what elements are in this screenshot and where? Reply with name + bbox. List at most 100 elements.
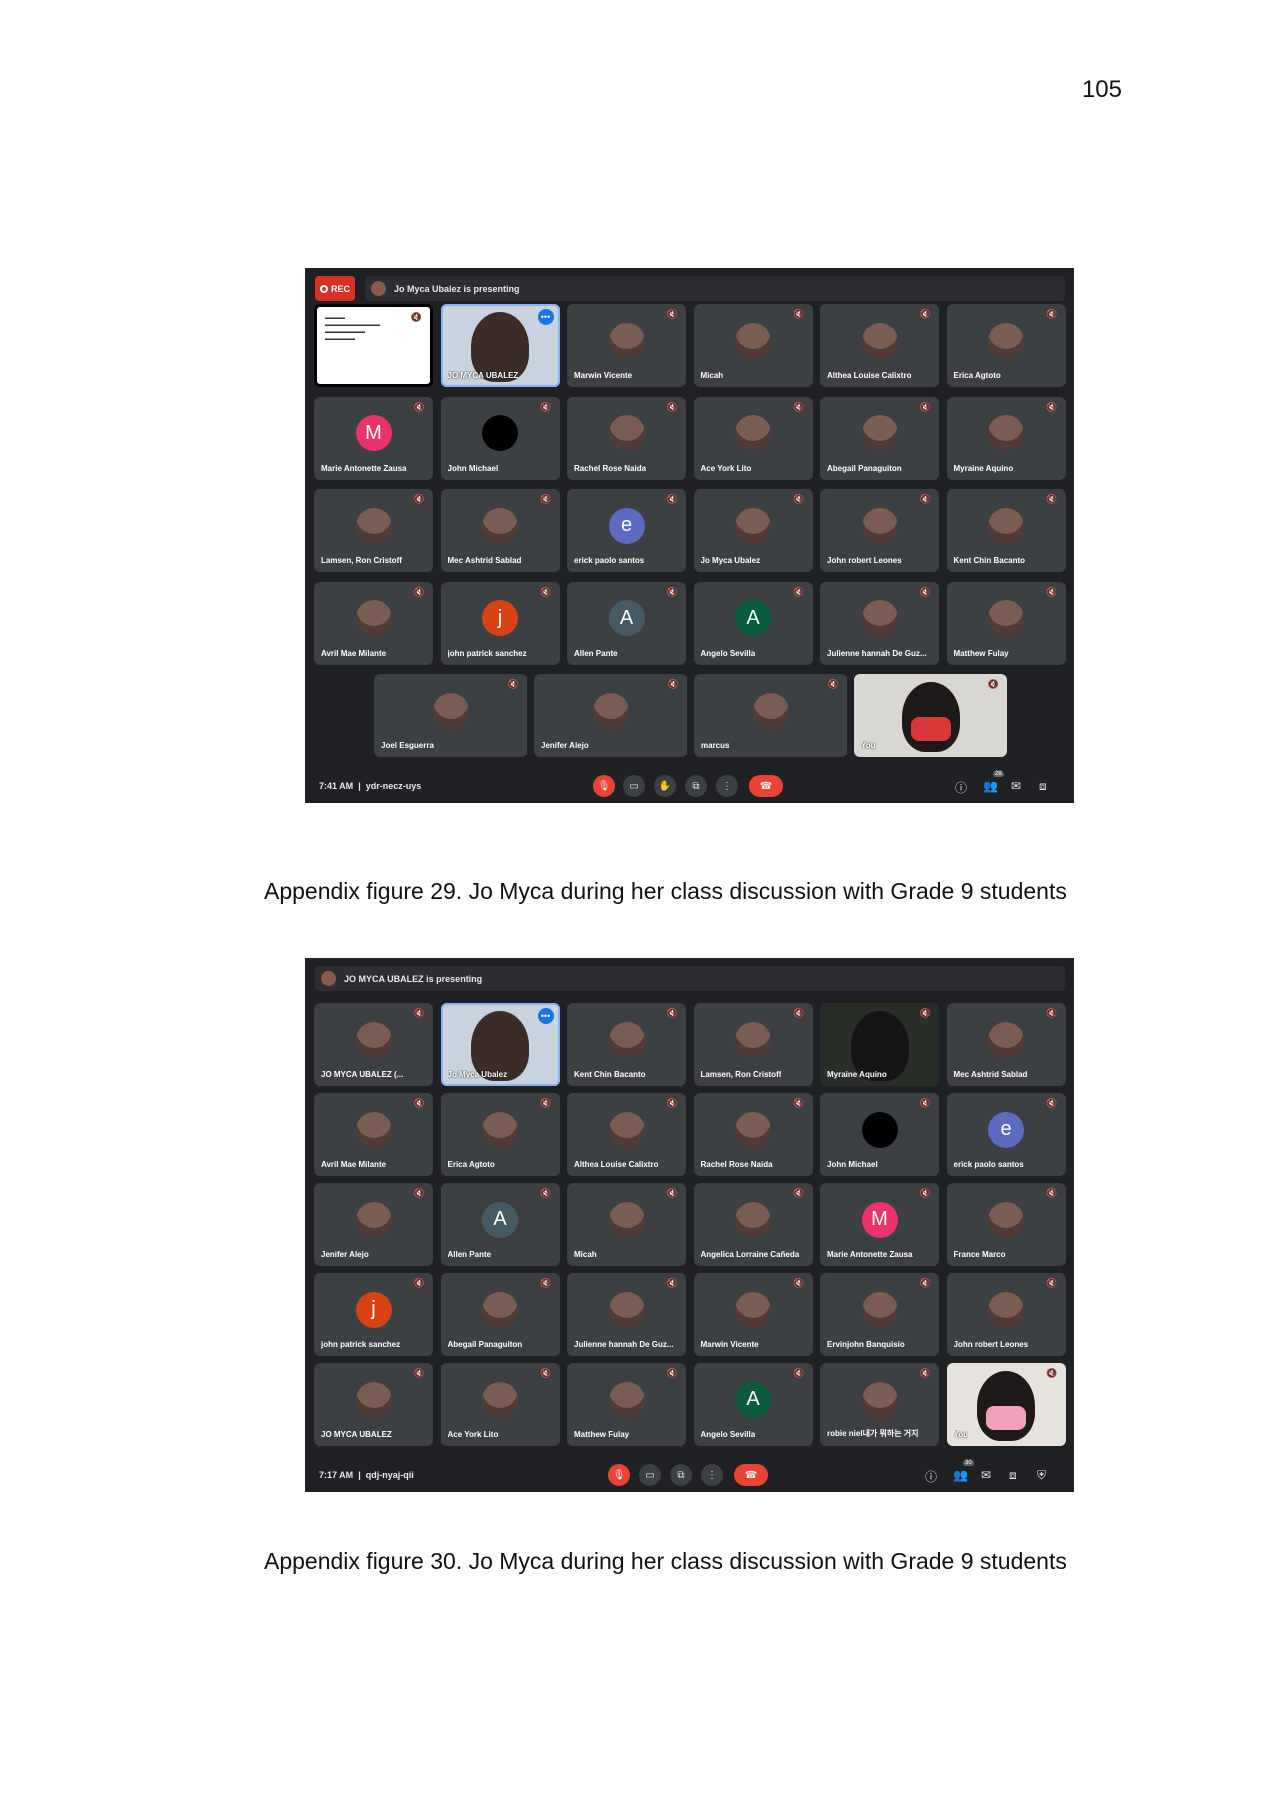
participant-tile[interactable]: 🔇 Ervinjohn Banquisio xyxy=(820,1273,939,1356)
participant-tile[interactable]: j 🔇 john patrick sanchez xyxy=(440,581,560,665)
muted-mic-icon: 🔇 xyxy=(540,1278,552,1288)
muted-mic-icon: 🔇 xyxy=(413,1188,425,1198)
people-icon[interactable]: 👥 xyxy=(983,779,998,793)
participant-tile[interactable]: 🔇 Kent Chin Bacanto xyxy=(946,489,1066,572)
more-options-icon[interactable]: ••• xyxy=(537,1008,554,1024)
participant-tile[interactable]: j 🔇 john patrick sanchez xyxy=(314,1273,433,1356)
avatar xyxy=(371,281,386,296)
participant-tile[interactable]: 🔇 John robert Leones xyxy=(820,489,939,572)
participant-tile[interactable]: 🔇 Avril Mae Milante xyxy=(314,1093,433,1176)
participant-tile[interactable]: 🔇 Joel Esguerra xyxy=(374,674,527,757)
info-icon[interactable]: ⓘ xyxy=(925,1468,937,1485)
camera-icon[interactable]: ▭ xyxy=(623,775,645,797)
participant-tile[interactable]: 🔇 Lamsen, Ron Cristoff xyxy=(693,1003,813,1086)
participant-tile[interactable]: 🔇 Abegail Panaguiton xyxy=(440,1273,560,1356)
participant-tile[interactable]: 🔇 robie niel내가 뭐하는 거지 xyxy=(820,1363,939,1446)
avatar xyxy=(432,692,469,729)
participant-tile[interactable]: 🔇 Marwin Vicente xyxy=(567,304,686,387)
camera-icon[interactable]: ▭ xyxy=(639,1464,661,1486)
participant-tile[interactable]: 🔇 Erica Agtoto xyxy=(946,304,1066,387)
participant-tile[interactable]: 🔇 You xyxy=(854,674,1007,757)
participant-tile[interactable]: 🔇 Rachel Rose Naida xyxy=(693,1093,813,1176)
participant-name: Julienne hannah De Guz... xyxy=(574,1340,674,1349)
participant-tile[interactable]: 🔇 JO MYCA UBALEZ xyxy=(314,1363,433,1446)
participant-tile[interactable]: 🔇 Abegail Panaguiton xyxy=(820,396,939,480)
participant-name: Lamsen, Ron Cristoff xyxy=(321,556,402,565)
page-number: 105 xyxy=(1081,76,1122,103)
activities-icon[interactable]: ⧈ xyxy=(1039,779,1047,794)
more-options-icon[interactable]: ⋮ xyxy=(701,1464,723,1486)
presenting-bar[interactable]: JO MYCA UBALEZ is presenting xyxy=(315,966,1065,991)
participant-tile[interactable]: M 🔇 Marie Antonette Zausa xyxy=(820,1183,939,1266)
present-screen-icon[interactable]: ⧉ xyxy=(685,775,707,797)
participant-tile[interactable]: A 🔇 Angelo Sevilla xyxy=(693,1363,813,1446)
participant-tile[interactable]: 🔇 Kent Chin Bacanto xyxy=(567,1003,686,1086)
muted-mic-icon: 🔇 xyxy=(413,1278,425,1288)
participant-tile[interactable]: 🔇 Rachel Rose Naida xyxy=(567,396,686,480)
participant-name: John robert Leones xyxy=(953,1340,1029,1349)
participant-tile[interactable]: 🔇 JO MYCA UBALEZ (... xyxy=(314,1003,433,1086)
participant-tile[interactable]: 🔇 marcus xyxy=(694,674,847,757)
participant-tile[interactable]: 🔇 Mec Ashtrid Sablad xyxy=(946,1003,1066,1086)
figure-caption-29: Appendix figure 29. Jo Myca during her c… xyxy=(264,878,1067,904)
participant-tile[interactable]: 🔇 Althea Louise Calixtro xyxy=(820,304,939,387)
participant-tile[interactable]: ••• Jo Myca Ubalez xyxy=(440,1003,560,1086)
hang-up-icon[interactable]: ☎ xyxy=(734,1464,768,1486)
raise-hand-icon[interactable]: ✋ xyxy=(654,775,676,797)
host-controls-icon[interactable]: ⛨ xyxy=(1037,1468,1046,1483)
present-screen-icon[interactable]: ⧉ xyxy=(670,1464,692,1486)
mic-off-icon[interactable]: 🎙 xyxy=(593,775,615,797)
participant-tile[interactable]: 🔇 John Michael xyxy=(440,396,560,480)
participant-tile[interactable]: 🔇 France Marco xyxy=(946,1183,1066,1266)
participant-name: Althea Louise Calixtro xyxy=(827,371,912,380)
activities-icon[interactable]: ⧈ xyxy=(1009,1468,1017,1483)
participant-tile[interactable]: 🔇 Micah xyxy=(567,1183,686,1266)
participant-tile[interactable]: 🔇 Lamsen, Ron Cristoff xyxy=(314,489,433,572)
participant-tile[interactable]: 🔇 Ace York Lito xyxy=(693,396,813,480)
participant-tile[interactable]: 🔇 Matthew Fulay xyxy=(567,1363,686,1446)
more-options-icon[interactable]: ••• xyxy=(537,309,554,325)
chat-icon[interactable]: ✉ xyxy=(981,1468,991,1482)
participant-tile[interactable]: ••• JO MYCA UBALEZ xyxy=(440,304,560,387)
participant-tile[interactable]: 🔇 Matthew Fulay xyxy=(946,581,1066,665)
participant-tile[interactable]: A 🔇 Allen Pante xyxy=(567,581,686,665)
participant-tile[interactable]: e 🔇 erick paolo santos xyxy=(946,1093,1066,1176)
participant-tile[interactable]: 🔇 Jo Myca Ubalez xyxy=(693,489,813,572)
more-options-icon[interactable]: ⋮ xyxy=(716,775,738,797)
presenting-bar[interactable]: Jo Myca Ubalez is presenting xyxy=(365,276,1065,301)
participant-tile[interactable]: A 🔇 Allen Pante xyxy=(440,1183,560,1266)
participant-tile[interactable]: A 🔇 Angelo Sevilla xyxy=(693,581,813,665)
avatar xyxy=(735,322,771,359)
participant-tile[interactable]: 🔇 John robert Leones xyxy=(946,1273,1066,1356)
participant-tile[interactable]: 🔇 Jenifer Alejo xyxy=(314,1183,433,1266)
participant-tile[interactable]: 🔇 Angelica Lorraine Cañeda xyxy=(693,1183,813,1266)
participant-tile[interactable]: 🔇 Jenifer Alejo xyxy=(534,674,687,757)
hang-up-icon[interactable]: ☎ xyxy=(749,775,783,797)
muted-mic-icon: 🔇 xyxy=(666,309,678,319)
participant-tile[interactable]: M 🔇 Marie Antonette Zausa xyxy=(314,396,433,480)
participant-tile[interactable]: 🔇 Myraine Aquino xyxy=(946,396,1066,480)
face-mask xyxy=(910,716,951,741)
participant-tile[interactable]: 🔇 Ace York Lito xyxy=(440,1363,560,1446)
participant-name: Kent Chin Bacanto xyxy=(574,1070,646,1079)
participant-tile[interactable]: 🔇 Althea Louise Calixtro xyxy=(567,1093,686,1176)
info-icon[interactable]: ⓘ xyxy=(955,779,967,796)
people-icon[interactable]: 👥 xyxy=(953,1468,968,1482)
participant-tile[interactable]: 🔇 Erica Agtoto xyxy=(440,1093,560,1176)
muted-mic-icon: 🔇 xyxy=(919,586,931,597)
muted-mic-icon: 🔇 xyxy=(413,586,425,597)
participant-tile[interactable]: 🔇 Micah xyxy=(693,304,813,387)
participant-tile[interactable]: ▬▬▬▬ ▬▬▬▬▬▬▬▬▬▬▬ ▬▬▬▬▬▬▬▬ ▬▬▬▬▬▬ 🔇 Jo Myca Ub… xyxy=(314,304,433,387)
participant-tile[interactable]: 🔇 You xyxy=(946,1363,1066,1446)
participant-name: JO MYCA UBALEZ xyxy=(321,1430,392,1439)
participant-tile[interactable]: 🔇 Avril Mae Milante xyxy=(314,581,433,665)
participant-tile[interactable]: 🔇 Myraine Aquino xyxy=(820,1003,939,1086)
chat-icon[interactable]: ✉ xyxy=(1011,779,1021,793)
participant-tile[interactable]: 🔇 Marwin Vicente xyxy=(693,1273,813,1356)
participant-tile[interactable]: e 🔇 erick paolo santos xyxy=(567,489,686,572)
participant-tile[interactable]: 🔇 John Michael xyxy=(820,1093,939,1176)
mic-off-icon[interactable]: 🎙 xyxy=(608,1464,630,1486)
participant-tile[interactable]: 🔇 Julienne hannah De Guz... xyxy=(820,581,939,665)
participant-tile[interactable]: 🔇 Julienne hannah De Guz... xyxy=(567,1273,686,1356)
participant-tile[interactable]: 🔇 Mec Ashtrid Sablad xyxy=(440,489,560,572)
